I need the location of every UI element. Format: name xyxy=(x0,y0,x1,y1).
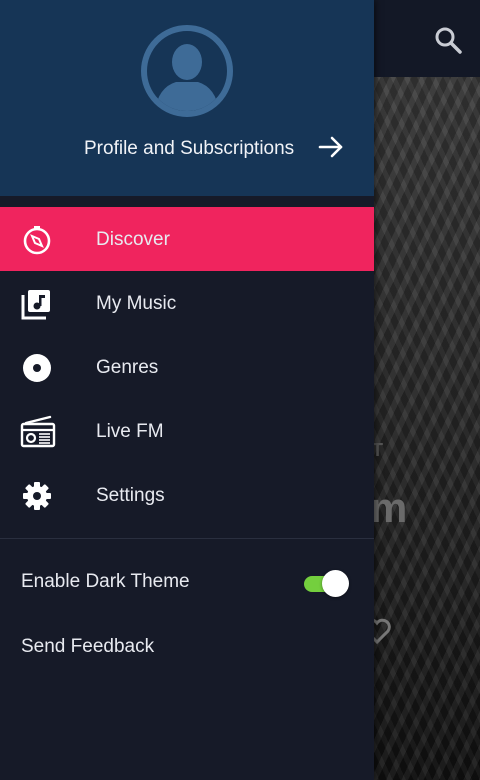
menu-divider xyxy=(0,538,374,539)
menu-label-settings: Settings xyxy=(96,485,165,506)
disc-icon xyxy=(20,351,54,385)
menu-item-discover[interactable]: Discover xyxy=(0,207,374,271)
menu-label-live-fm: Live FM xyxy=(96,421,164,442)
dark-theme-label: Enable Dark Theme xyxy=(21,571,190,592)
menu-item-my-music[interactable]: My Music xyxy=(0,271,374,335)
send-feedback-label[interactable]: Send Feedback xyxy=(21,636,154,658)
send-feedback-row[interactable]: Send Feedback xyxy=(0,618,374,678)
menu-item-settings[interactable]: Settings xyxy=(0,463,374,527)
featured-title-partial: m xyxy=(370,484,408,531)
music-library-icon xyxy=(20,287,54,321)
navigation-drawer: Profile and Subscriptions Discover My Mu… xyxy=(0,0,374,780)
menu-item-live-fm[interactable]: Live FM xyxy=(0,399,374,463)
app-screen: T m Profile and Subscriptions Discover M… xyxy=(0,0,480,780)
radio-icon xyxy=(20,415,56,449)
compass-icon xyxy=(20,223,54,257)
profile-header[interactable]: Profile and Subscriptions xyxy=(0,0,374,196)
menu-label-discover: Discover xyxy=(96,229,170,250)
toggle-thumb xyxy=(322,570,349,597)
menu-label-my-music: My Music xyxy=(96,293,177,314)
featured-artist-image[interactable] xyxy=(374,77,480,780)
menu-label-genres: Genres xyxy=(96,357,159,378)
arrow-right-icon[interactable] xyxy=(316,132,346,162)
gear-icon xyxy=(20,479,54,513)
menu-item-genres[interactable]: Genres xyxy=(0,335,374,399)
dark-theme-row[interactable]: Enable Dark Theme xyxy=(0,553,374,613)
avatar-icon[interactable] xyxy=(140,24,234,118)
drawer-menu: Discover My Music Genres Live FM Setting… xyxy=(0,207,374,527)
search-icon[interactable] xyxy=(432,24,464,56)
profile-subscriptions-label[interactable]: Profile and Subscriptions xyxy=(84,138,294,160)
dark-theme-toggle[interactable] xyxy=(304,569,350,597)
